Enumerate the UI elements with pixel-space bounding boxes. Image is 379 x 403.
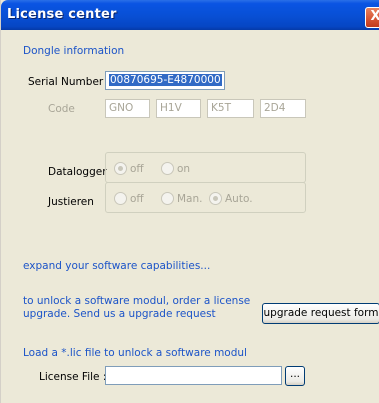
license-file-label: License File : <box>39 371 107 383</box>
serial-number-value: 00870695-E4870000 <box>109 74 222 86</box>
code-field-3: K5T <box>207 99 254 118</box>
justieren-man-radio[interactable]: Man. <box>161 192 203 205</box>
load-lic-label: Load a *.lic file to unlock a software m… <box>23 347 247 359</box>
datalogger-on-label: on <box>177 162 191 175</box>
dongle-section-label: Dongle information <box>23 45 125 57</box>
datalogger-off-label: off <box>130 162 144 175</box>
radio-unchecked-icon <box>161 162 174 175</box>
datalogger-label: Datalogger <box>48 166 107 178</box>
justieren-off-label: off <box>130 192 144 205</box>
title-bar[interactable]: License center X <box>1 0 379 30</box>
code-field-4: 2D4 <box>260 99 306 118</box>
justieren-auto-label: Auto. <box>225 192 253 205</box>
expand-capabilities-label: expand your software capabilities... <box>23 260 211 272</box>
justieren-off-radio[interactable]: off <box>114 192 144 205</box>
code-label: Code <box>48 103 75 115</box>
datalogger-group: off on <box>105 152 306 183</box>
window-title: License center <box>7 7 117 22</box>
datalogger-on-radio[interactable]: on <box>161 162 190 175</box>
browse-button[interactable]: ... <box>285 366 305 386</box>
license-file-input[interactable] <box>105 366 282 385</box>
radio-unchecked-icon <box>161 192 174 205</box>
license-center-window: License center X Dongle information Seri… <box>0 0 379 403</box>
upgrade-request-form-button[interactable]: upgrade request form <box>262 303 379 324</box>
close-button[interactable]: X <box>365 7 379 28</box>
code-field-1: GNO <box>105 99 150 118</box>
serial-number-field[interactable]: 00870695-E4870000 <box>105 71 225 90</box>
justieren-label: Justieren <box>48 196 94 208</box>
justieren-man-label: Man. <box>177 192 203 205</box>
close-icon: X <box>370 9 379 24</box>
radio-checked-icon <box>114 162 127 175</box>
datalogger-off-radio[interactable]: off <box>114 162 144 175</box>
justieren-group: off Man. Auto. <box>105 182 306 213</box>
radio-checked-icon <box>209 192 222 205</box>
upgrade-text-line1: to unlock a software modul, order a lice… <box>23 295 251 307</box>
radio-unchecked-icon <box>114 192 127 205</box>
code-field-2: H1V <box>156 99 201 118</box>
justieren-auto-radio[interactable]: Auto. <box>209 192 253 205</box>
upgrade-text-line2: upgrade. Send us a upgrade request <box>23 308 216 320</box>
serial-number-label: Serial Number : <box>28 76 111 88</box>
